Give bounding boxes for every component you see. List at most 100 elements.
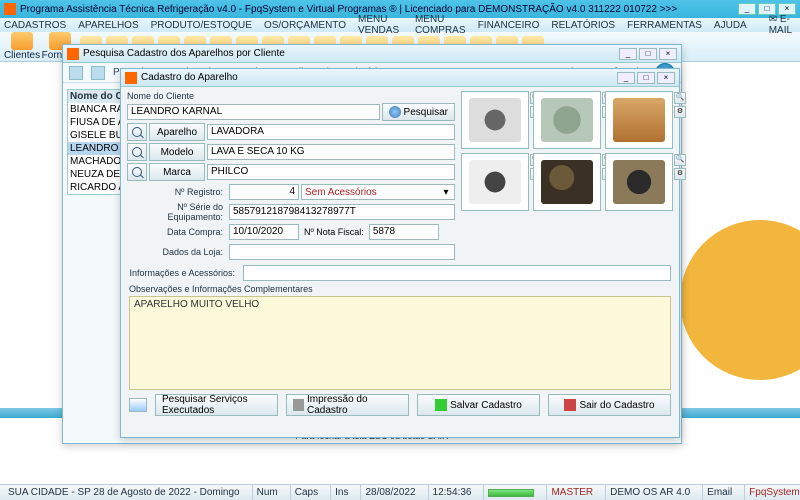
photo-slot[interactable]: 🔍⚙ bbox=[605, 153, 673, 211]
lookup-modelo-button[interactable] bbox=[127, 143, 147, 161]
impressao-button[interactable]: Impressão do Cadastro bbox=[286, 394, 409, 416]
photo-action-button[interactable]: ⚙ bbox=[674, 106, 686, 118]
menu-ajuda[interactable]: AJUDA bbox=[714, 20, 747, 31]
check-icon bbox=[435, 399, 447, 411]
photo-gallery: 🔍⚙ 🔍⚙ 🔍⚙ 🔍⚙ 🔍⚙ 🔍⚙ bbox=[461, 91, 673, 261]
main-menubar: CADASTROS APARELHOS PRODUTO/ESTOQUE OS/O… bbox=[0, 18, 800, 32]
salvar-button[interactable]: Salvar Cadastro bbox=[417, 394, 540, 416]
nota-fiscal-field[interactable]: 5878 bbox=[369, 224, 439, 240]
lookup-aparelho-button[interactable] bbox=[127, 123, 147, 141]
data-compra-label: Data Compra: bbox=[127, 227, 227, 237]
search-tool-icon[interactable] bbox=[91, 66, 105, 80]
photo-zoom-button[interactable]: 🔍 bbox=[674, 154, 686, 166]
status-date: 28/08/2022 bbox=[360, 485, 419, 500]
menu-cadastros[interactable]: CADASTROS bbox=[4, 20, 66, 31]
photo-slot[interactable]: 🔍⚙ bbox=[461, 153, 529, 211]
window-close-button[interactable]: × bbox=[659, 48, 677, 60]
marca-label-button[interactable]: Marca bbox=[149, 163, 205, 181]
aparelho-field[interactable]: LAVADORA bbox=[207, 124, 455, 140]
app-title: Programa Assistência Técnica Refrigeraçã… bbox=[20, 4, 738, 15]
window-close-button[interactable]: × bbox=[657, 72, 675, 84]
footer-icon bbox=[129, 398, 147, 412]
magnifier-icon bbox=[132, 167, 142, 177]
nome-cliente-label: Nome do Cliente bbox=[127, 91, 455, 101]
search-tool-icon[interactable] bbox=[69, 66, 83, 80]
acessorios-combo[interactable]: Sem Acessórios ▾ bbox=[301, 184, 455, 200]
status-caps: Caps bbox=[290, 485, 322, 500]
appliance-photo bbox=[541, 98, 593, 142]
menu-os[interactable]: OS/ORÇAMENTO bbox=[264, 20, 346, 31]
photo-zoom-button[interactable]: 🔍 bbox=[674, 92, 686, 104]
exit-icon bbox=[564, 399, 576, 411]
progress-bar bbox=[488, 489, 534, 497]
appliance-photo bbox=[469, 98, 521, 142]
info-acess-label: Informações e Acessórios: bbox=[129, 268, 239, 278]
people-icon bbox=[11, 32, 33, 50]
aparelho-label-button[interactable]: Aparelho bbox=[149, 123, 205, 141]
photo-action-button[interactable]: ⚙ bbox=[674, 168, 686, 180]
magnifier-icon bbox=[132, 127, 142, 137]
lookup-marca-button[interactable] bbox=[127, 163, 147, 181]
pesquisar-servicos-button[interactable]: Pesquisar Serviços Executados bbox=[155, 394, 278, 416]
nota-fiscal-label: Nº Nota Fiscal: bbox=[301, 227, 367, 237]
window-max-button[interactable]: □ bbox=[637, 72, 655, 84]
status-brand: FpqSystem bbox=[744, 485, 800, 500]
info-acess-field[interactable] bbox=[243, 265, 671, 281]
photo-slot[interactable]: 🔍⚙ bbox=[533, 91, 601, 149]
photo-slot[interactable]: 🔍⚙ bbox=[461, 91, 529, 149]
background-circle bbox=[680, 220, 800, 380]
registro-label: Nº Registro: bbox=[127, 187, 227, 197]
status-city: SUA CIDADE - SP 28 de Agosto de 2022 - D… bbox=[4, 485, 244, 500]
serie-field[interactable]: 585791218798413278977T bbox=[229, 204, 455, 220]
cadastro-window-title: Cadastro do Aparelho bbox=[141, 72, 617, 83]
marca-field[interactable]: PHILCO bbox=[207, 164, 455, 180]
menu-vendas[interactable]: MENU VENDAS bbox=[358, 14, 403, 36]
modelo-label-button[interactable]: Modelo bbox=[149, 143, 205, 161]
menu-financeiro[interactable]: FINANCEIRO bbox=[478, 20, 540, 31]
status-master: MASTER bbox=[546, 485, 597, 500]
photo-slot[interactable]: 🔍⚙ bbox=[605, 91, 673, 149]
status-ins: Ins bbox=[330, 485, 352, 500]
photo-slot[interactable]: 🔍⚙ bbox=[533, 153, 601, 211]
minimize-button[interactable]: _ bbox=[738, 3, 756, 15]
appliance-photo bbox=[613, 98, 665, 142]
cliente-field[interactable]: LEANDRO KARNAL bbox=[127, 104, 380, 120]
obs-label: Observações e Informações Complementares bbox=[129, 284, 671, 294]
appliance-photo bbox=[613, 160, 665, 204]
observacoes-textarea[interactable]: APARELHO MUITO VELHO bbox=[129, 296, 671, 390]
window-icon bbox=[67, 48, 79, 60]
magnifier-icon bbox=[132, 147, 142, 157]
acessorios-value: Sem Acessórios bbox=[305, 187, 441, 198]
menu-email[interactable]: E-MAIL bbox=[769, 14, 792, 36]
menu-aparelhos[interactable]: APARELHOS bbox=[78, 20, 138, 31]
search-icon bbox=[389, 106, 401, 118]
sair-button[interactable]: Sair do Cadastro bbox=[548, 394, 671, 416]
status-num: Num bbox=[252, 485, 282, 500]
menu-relatorios[interactable]: RELATÓRIOS bbox=[551, 20, 615, 31]
dados-loja-label: Dados da Loja: bbox=[127, 247, 227, 257]
toolbar-clientes[interactable]: Clientes bbox=[4, 32, 40, 61]
data-compra-field[interactable]: 10/10/2020 bbox=[229, 224, 299, 240]
pesquisar-button[interactable]: Pesquisar bbox=[382, 103, 455, 121]
window-min-button[interactable]: _ bbox=[617, 72, 635, 84]
dados-loja-field[interactable] bbox=[229, 244, 455, 260]
menu-produto[interactable]: PRODUTO/ESTOQUE bbox=[151, 20, 252, 31]
toolbar-clientes-label: Clientes bbox=[4, 50, 40, 61]
window-icon bbox=[125, 72, 137, 84]
appliance-photo bbox=[469, 160, 521, 204]
modelo-field[interactable]: LAVA E SECA 10 KG bbox=[207, 144, 455, 160]
window-min-button[interactable]: _ bbox=[619, 48, 637, 60]
status-demo: DEMO OS AR 4.0 bbox=[605, 485, 694, 500]
app-icon bbox=[4, 3, 16, 15]
window-max-button[interactable]: □ bbox=[639, 48, 657, 60]
search-window-title: Pesquisa Cadastro dos Aparelhos por Clie… bbox=[83, 48, 619, 59]
status-email[interactable]: Email bbox=[702, 485, 736, 500]
chevron-down-icon: ▾ bbox=[441, 187, 451, 198]
status-bar: SUA CIDADE - SP 28 de Agosto de 2022 - D… bbox=[0, 484, 800, 500]
menu-ferramentas[interactable]: FERRAMENTAS bbox=[627, 20, 702, 31]
printer-icon bbox=[293, 399, 304, 411]
cadastro-window: Cadastro do Aparelho _□× Nome do Cliente… bbox=[120, 68, 680, 438]
menu-compras[interactable]: MENU COMPRAS bbox=[415, 14, 466, 36]
serie-label: Nº Série do Equipamento: bbox=[127, 202, 227, 222]
registro-field[interactable]: 4 bbox=[229, 184, 299, 200]
